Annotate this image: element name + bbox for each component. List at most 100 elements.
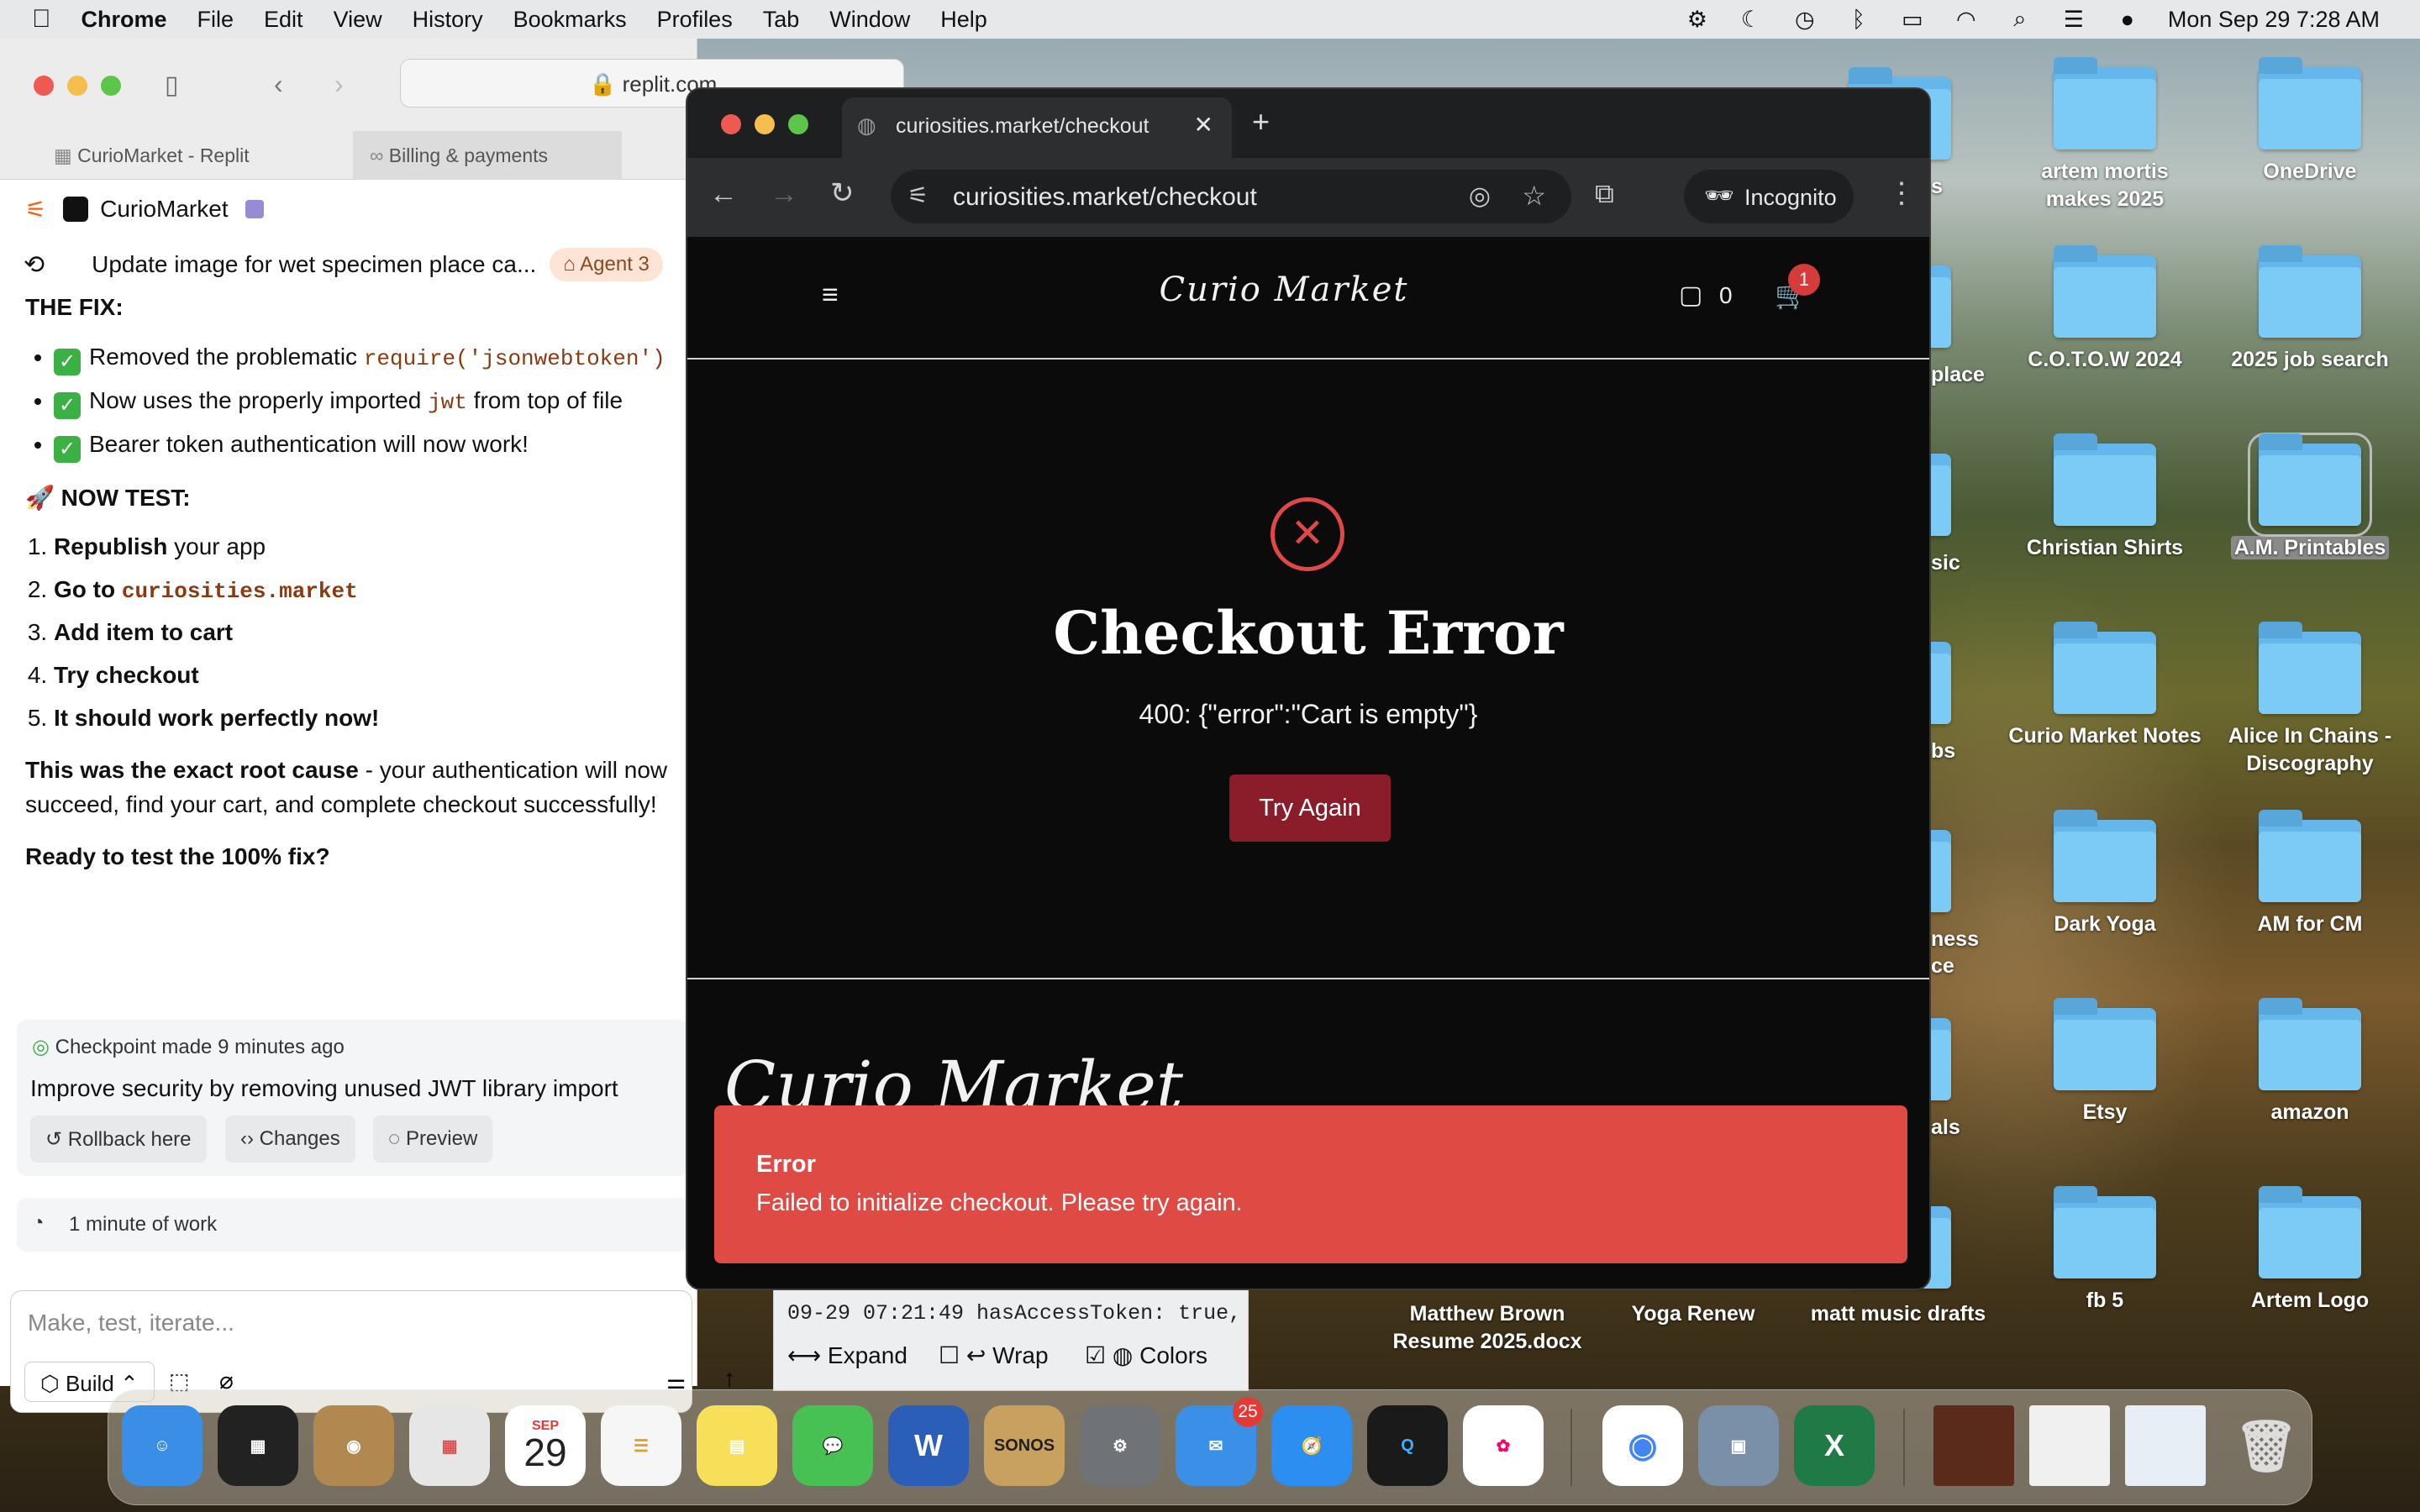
desktop-folder[interactable]: Curio Market Notes: [2008, 622, 2202, 750]
back-arrow-icon[interactable]: ‹: [274, 69, 283, 100]
desktop-folder[interactable]: AM for CM: [2213, 810, 2407, 938]
chrome-icon[interactable]: ◉: [1602, 1405, 1683, 1486]
desktop-folder[interactable]: 2025 job search: [2213, 245, 2407, 374]
try-again-button[interactable]: Try Again: [1229, 774, 1391, 842]
error-toast[interactable]: Error Failed to initialize checkout. Ple…: [714, 1105, 1907, 1263]
quicktime-icon[interactable]: Q: [1367, 1405, 1448, 1486]
calendar-icon[interactable]: SEP 29: [505, 1405, 586, 1486]
battery-icon[interactable]: ▭: [1899, 6, 1926, 33]
expand-button[interactable]: ⟷ Expand: [787, 1341, 908, 1369]
replit-menu-icon[interactable]: ⚟: [25, 196, 46, 223]
minimize-window-button[interactable]: [755, 114, 775, 134]
history-icon[interactable]: ⟲: [24, 250, 45, 280]
colors-toggle[interactable]: ☑ ◍ Colors: [1085, 1341, 1207, 1369]
excel-icon[interactable]: X: [1794, 1405, 1875, 1486]
tab-billing-payments[interactable]: ∞ Billing & payments: [353, 131, 622, 180]
menu-edit[interactable]: Edit: [264, 7, 303, 33]
desktop-file[interactable]: Matthew Brown Resume 2025.docx: [1378, 1300, 1597, 1355]
work-duration[interactable]: ◔ 1 minute of work: [17, 1198, 689, 1252]
recent-screenshot-thumbnail[interactable]: [2125, 1405, 2206, 1486]
time-machine-icon[interactable]: ◷: [1791, 6, 1818, 33]
desktop-folder[interactable]: Alice In Chains - Discography: [2213, 622, 2407, 777]
back-arrow-icon[interactable]: ←: [709, 178, 738, 211]
incognito-indicator[interactable]: 🕶 Incognito: [1684, 170, 1854, 223]
rollback-button[interactable]: ↺ Rollback here: [30, 1116, 207, 1163]
launchpad-icon[interactable]: ▦: [409, 1405, 490, 1486]
reminders-icon[interactable]: ☰: [601, 1405, 681, 1486]
control-center-icon[interactable]: ☰: [2060, 6, 2087, 33]
site-logo[interactable]: Curio Market: [1158, 270, 1410, 309]
preview-button[interactable]: ◌ Preview: [373, 1116, 493, 1163]
minimize-window-button[interactable]: [67, 76, 87, 96]
zoom-window-button[interactable]: [788, 114, 808, 134]
tab-checkout[interactable]: ◍ curiosities.market/checkout ✕: [842, 97, 1232, 158]
site-settings-icon[interactable]: ⚟: [908, 181, 929, 209]
menu-tab[interactable]: Tab: [763, 7, 800, 33]
desktop-folder[interactable]: C.O.T.O.W 2024: [2008, 245, 2202, 374]
close-window-button[interactable]: [721, 114, 741, 134]
close-tab-icon[interactable]: ✕: [1194, 111, 1213, 139]
eye-slash-icon[interactable]: ◎: [1469, 181, 1491, 211]
close-window-button[interactable]: [34, 76, 54, 96]
screen-search-icon[interactable]: ⧉: [1595, 178, 1614, 210]
search-icon[interactable]: ⌕: [2007, 6, 2033, 33]
menu-view[interactable]: View: [334, 7, 382, 33]
zoom-window-button[interactable]: [101, 76, 121, 96]
thread-title[interactable]: Update image for wet specimen place ca..…: [92, 251, 536, 278]
sidebar-icon[interactable]: ▯: [165, 71, 179, 100]
menu-profiles[interactable]: Profiles: [657, 7, 733, 33]
recent-window-thumbnail[interactable]: [2029, 1405, 2110, 1486]
preview-app-icon[interactable]: ▣: [1698, 1405, 1779, 1486]
desktop-folder[interactable]: amazon: [2213, 998, 2407, 1126]
mail-icon[interactable]: ✉ 25: [1176, 1397, 1263, 1486]
gear-icon[interactable]: ⚙: [1684, 6, 1711, 33]
desktop-folder[interactable]: Christian Shirts: [2008, 433, 2202, 562]
send-arrow-icon[interactable]: ↑: [723, 1365, 735, 1392]
messages-icon[interactable]: 💬: [792, 1405, 873, 1486]
wifi-icon[interactable]: ◠: [1953, 6, 1980, 33]
changes-button[interactable]: ‹› Changes: [225, 1116, 355, 1163]
desktop-folder[interactable]: OneDrive: [2213, 57, 2407, 186]
kebab-menu-icon[interactable]: ⋮: [1887, 176, 1916, 210]
apple-icon[interactable]: : [32, 5, 51, 34]
photos-icon[interactable]: ✿: [1463, 1405, 1544, 1486]
moon-icon[interactable]: ☾: [1738, 6, 1765, 33]
menu-history[interactable]: History: [413, 7, 483, 33]
menu-window[interactable]: Window: [829, 7, 910, 33]
menu-bookmarks[interactable]: Bookmarks: [513, 7, 627, 33]
recent-document-thumbnail[interactable]: [1933, 1405, 2014, 1486]
finder-icon[interactable]: ☺: [122, 1405, 203, 1486]
desktop-folder[interactable]: Artem Logo: [2213, 1186, 2407, 1315]
star-icon[interactable]: ☆: [1522, 180, 1546, 212]
desktop-folder[interactable]: artem mortis makes 2025: [2008, 57, 2202, 213]
window-manager-icon[interactable]: ▦: [218, 1405, 298, 1486]
address-bar[interactable]: ⚟ curiosities.market/checkout ◎ ☆: [891, 170, 1571, 223]
desktop-folder[interactable]: Yoga Renew: [1597, 1300, 1790, 1328]
forward-arrow-icon[interactable]: →: [770, 178, 798, 211]
contacts-icon[interactable]: ◉: [313, 1405, 394, 1486]
reload-icon[interactable]: ↻: [830, 176, 855, 210]
menu-clock[interactable]: Mon Sep 29 7:28 AM: [2168, 7, 2380, 33]
new-tab-button[interactable]: +: [1252, 104, 1270, 139]
hamburger-menu-icon[interactable]: ≡: [822, 279, 839, 312]
notes-icon[interactable]: ▤: [697, 1405, 777, 1486]
siri-icon[interactable]: ●: [2114, 6, 2141, 33]
tab-curiomarket-replit[interactable]: ▦ CurioMarket - Replit: [37, 131, 250, 180]
sonos-icon[interactable]: SONOS: [984, 1405, 1065, 1486]
agent-input[interactable]: Make, test, iterate...: [28, 1310, 234, 1336]
desktop-folder[interactable]: fb 5: [2008, 1186, 2202, 1315]
safari-icon[interactable]: 🧭: [1271, 1405, 1352, 1486]
project-name[interactable]: CurioMarket: [100, 196, 228, 223]
desktop-folder[interactable]: matt music drafts: [1802, 1300, 1995, 1328]
trash-icon[interactable]: 🗑: [2226, 1405, 2307, 1486]
desktop-folder[interactable]: Etsy: [2008, 998, 2202, 1126]
wrap-toggle[interactable]: ☐ ↩ Wrap: [939, 1341, 1049, 1369]
message-icon[interactable]: ▢: [1679, 281, 1702, 310]
system-settings-icon[interactable]: ⚙: [1080, 1405, 1160, 1486]
menu-file[interactable]: File: [197, 7, 234, 33]
menu-app-name[interactable]: Chrome: [82, 7, 167, 33]
desktop-folder-selected[interactable]: A.M. Printables: [2213, 433, 2407, 562]
word-icon[interactable]: W: [888, 1405, 969, 1486]
forward-arrow-icon[interactable]: ›: [334, 69, 344, 100]
menu-help[interactable]: Help: [940, 7, 987, 33]
